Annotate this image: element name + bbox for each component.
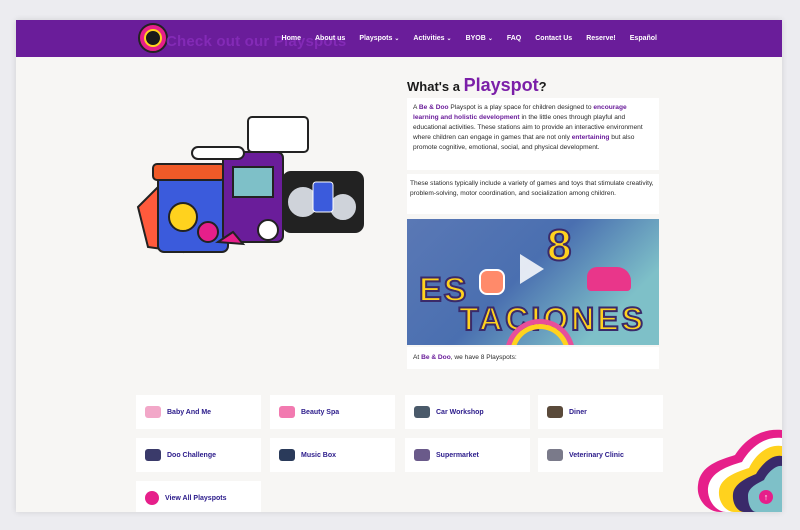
music-icon [279, 449, 295, 461]
view-all-playspots-link[interactable]: View All Playspots [136, 481, 261, 512]
playspot-beauty-spa[interactable]: Beauty Spa [270, 395, 395, 429]
playspot-label: Veterinary Clinic [569, 451, 624, 459]
video-caption: 8 [546, 220, 573, 271]
playspot-label: Supermarket [436, 451, 479, 459]
playspots-illustration [136, 116, 364, 254]
play-icon[interactable] [520, 254, 544, 284]
heading-prefix: What's a [407, 79, 460, 94]
baby-icon [145, 406, 161, 418]
brand-text: Be & Doo [421, 354, 451, 361]
market-icon [414, 449, 430, 461]
nav-label: Español [629, 35, 657, 42]
playspot-label: View All Playspots [165, 494, 227, 502]
logo-icon [145, 491, 159, 505]
nav-home[interactable]: Home [275, 35, 308, 42]
playspot-car-workshop[interactable]: Car Workshop [405, 395, 530, 429]
chevron-down-icon: ⌄ [487, 36, 493, 42]
nav-contact[interactable]: Contact Us [528, 35, 579, 42]
nav-label: Home [281, 35, 301, 42]
chevron-down-icon: ⌄ [394, 36, 400, 42]
nav-reserve[interactable]: Reserve! [579, 35, 623, 42]
heading-brand: Playspot [463, 75, 539, 95]
site-logo[interactable] [138, 23, 168, 53]
nav-label: Playspots [359, 35, 393, 42]
nav-language[interactable]: Español [623, 35, 664, 42]
stations-paragraph-card: These stations typically include a varie… [407, 174, 659, 214]
scroll-to-top-button[interactable]: ↑ [759, 490, 773, 504]
text: At [413, 354, 422, 361]
spa-icon [279, 406, 295, 418]
logo-mark-icon [144, 29, 162, 47]
playspot-diner[interactable]: Diner [538, 395, 663, 429]
top-navbar: Check out our Playspots Home About us Pl… [16, 20, 782, 57]
nav-playspots[interactable]: Playspots ⌄ [352, 35, 406, 42]
chevron-down-icon: ⌄ [446, 36, 452, 42]
text: These stations typically include a varie… [410, 180, 654, 197]
text: Playspot is a play space for children de… [448, 104, 594, 111]
car-icon [414, 406, 430, 418]
playspot-label: Baby And Me [167, 408, 212, 416]
playspot-baby-and-me[interactable]: Baby And Me [136, 395, 261, 429]
playspot-label: Car Workshop [436, 408, 484, 416]
diner-icon [547, 406, 563, 418]
nav-label: Activities [413, 35, 445, 42]
nav-label: FAQ [506, 35, 522, 42]
playspot-label: Music Box [301, 451, 337, 459]
nav-about[interactable]: About us [308, 35, 352, 42]
nav-label: About us [314, 35, 346, 42]
playspot-veterinary-clinic[interactable]: Veterinary Clinic [538, 438, 663, 472]
arrow-up-icon: ↑ [763, 492, 769, 502]
nav-activities[interactable]: Activities ⌄ [406, 35, 458, 42]
vet-icon [547, 449, 563, 461]
challenge-icon [145, 449, 161, 461]
brand-text: Be & Doo [418, 104, 449, 111]
nav-byob[interactable]: BYOB ⌄ [459, 35, 500, 42]
heading-suffix: ? [538, 79, 547, 94]
text: , we have 8 Playspots: [450, 354, 517, 361]
nav-label: BYOB [465, 35, 486, 42]
playspot-supermarket[interactable]: Supermarket [405, 438, 530, 472]
playspot-doo-challenge[interactable]: Doo Challenge [136, 438, 261, 472]
toy-car-icon [587, 267, 631, 291]
nav-label: Reserve! [586, 35, 616, 42]
intro-paragraph-card: A Be & Doo Playspot is a play space for … [407, 98, 659, 170]
playspot-label: Beauty Spa [301, 408, 340, 416]
playspot-count-card: At Be & Doo, we have 8 Playspots: [407, 347, 659, 369]
paw-icon [479, 269, 505, 295]
playspot-label: Doo Challenge [167, 451, 217, 459]
nav-label: Contact Us [535, 35, 573, 42]
section-heading: What's a Playspot? [407, 75, 547, 96]
browser-page: Check out our Playspots Home About us Pl… [16, 20, 782, 512]
nav-faq[interactable]: FAQ [500, 35, 528, 42]
playspot-music-box[interactable]: Music Box [270, 438, 395, 472]
highlight-text: entertaining [571, 134, 610, 141]
playspot-label: Diner [569, 408, 587, 416]
video-player[interactable]: 8 ES TACIONES [407, 219, 659, 345]
main-menu: Home About us Playspots ⌄ Activities ⌄ BYO… [275, 20, 664, 57]
